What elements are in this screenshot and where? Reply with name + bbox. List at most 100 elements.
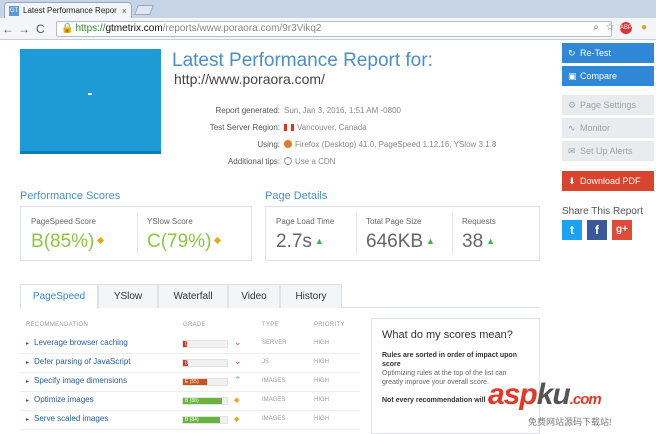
col-priority: PRIORITY	[314, 322, 345, 328]
meta-using: Using: Firefox (Desktop) 41.0, PageSpeed…	[160, 138, 520, 151]
meta-report-generated: Report generated: Sun, Jan 3, 2016, 1:51…	[160, 104, 520, 117]
alert-icon: ✉	[568, 146, 576, 156]
aspku-watermark-logo: aspku.com	[488, 378, 602, 411]
grade-fill: (8)	[183, 360, 192, 366]
recommendation-name[interactable]: Leverage browser caching	[26, 338, 128, 347]
download-pdf-button[interactable]: ⬇ Download PDF	[562, 171, 654, 191]
yslow-score: YSlow Score C(79%)	[137, 207, 253, 260]
explanation-title: What do my scores mean?	[382, 329, 513, 341]
grade-bar: (8)	[182, 359, 228, 367]
recommendation-type: SERVER	[262, 340, 287, 346]
page-details-title: Page Details	[265, 190, 328, 202]
arrow-up-icon: ▲	[486, 236, 496, 246]
recommendation-name[interactable]: Optimize images	[26, 395, 94, 404]
recommendation-name[interactable]: Defer parsing of JavaScript	[26, 357, 131, 366]
diamond-icon	[214, 236, 222, 245]
url-scheme: https://	[75, 23, 106, 34]
facebook-icon[interactable]: f	[587, 220, 607, 240]
chevron-down-icon: ⌄	[234, 356, 242, 366]
reload-icon[interactable]: C	[36, 21, 45, 37]
diamond-icon: ◆	[234, 397, 240, 404]
bookmark-star-icon[interactable]: ☆	[604, 22, 616, 34]
url-host: gtmetrix.com	[105, 23, 163, 34]
arrow-up-icon: ▲	[426, 236, 435, 246]
chevron-up-icon: ⌃	[234, 375, 242, 385]
grade-bar: E (55)	[182, 378, 228, 386]
set-up-alerts-button[interactable]: ✉ Set Up Alerts	[562, 141, 654, 161]
tab-pagespeed[interactable]: PageSpeed	[20, 284, 98, 309]
back-arrow-icon[interactable]: ←	[2, 21, 14, 37]
recommendation-priority: HIGH	[314, 378, 329, 384]
new-tab-button[interactable]	[134, 5, 154, 15]
table-row[interactable]: Specify image dimensions E (55) ⌃ IMAGES HIG…	[20, 373, 360, 392]
grade-bar: (2)	[182, 340, 228, 348]
twitter-icon[interactable]: t	[562, 220, 582, 240]
pagespeed-score: PageSpeed Score B(85%)	[21, 207, 137, 260]
google-plus-icon[interactable]: g+	[612, 220, 632, 240]
recommendation-type: IMAGES	[262, 416, 286, 422]
meta-server-region: Test Server Region: Vancouver, Canada	[160, 121, 520, 134]
extension-icon[interactable]: ●	[638, 22, 650, 34]
recommendation-type: IMAGES	[262, 397, 286, 403]
zoom-search-icon[interactable]: ⌕	[590, 22, 602, 34]
meta-label: Report generated:	[215, 106, 281, 115]
report-title: Latest Performance Report for:	[172, 50, 433, 71]
watermark-subtitle: 免费网站源码下载站!	[528, 417, 612, 427]
tab-yslow[interactable]: YSlow	[98, 284, 158, 308]
tab-history[interactable]: History	[280, 284, 342, 308]
report-url[interactable]: http://www.poraora.com/	[174, 71, 325, 87]
refresh-icon: ↻	[568, 48, 576, 58]
arrow-up-icon: ▲	[314, 236, 324, 246]
compare-icon: ▣	[568, 71, 577, 81]
monitor-icon: ∿	[568, 123, 576, 133]
tab-waterfall[interactable]: Waterfall	[158, 284, 228, 308]
page-load-time: Page Load Time 2.7s ▲	[276, 217, 335, 252]
diamond-icon: ◆	[234, 416, 240, 423]
retest-button[interactable]: ↻ Re-Test	[562, 43, 654, 63]
lock-icon: 🔒	[61, 23, 74, 34]
performance-scores-title: Performance Scores	[20, 190, 121, 202]
gear-icon: ⚙	[568, 100, 577, 110]
firefox-icon	[284, 140, 292, 148]
browser-tab-bar: GT Latest Performance Repor ×	[0, 0, 656, 18]
analysis-tabs: PageSpeed YSlow Waterfall Video History	[20, 284, 540, 309]
recommendation-type: JS	[262, 359, 270, 365]
meta-value[interactable]: Use a CDN	[295, 157, 335, 166]
site-screenshot-thumbnail	[20, 49, 161, 154]
table-row[interactable]: Defer parsing of JavaScript (8) ⌄ JS HIGH	[20, 354, 360, 373]
col-type: TYPE	[262, 322, 279, 328]
close-tab-icon[interactable]: ×	[122, 6, 127, 16]
meta-additional-tips: Additional tips: Use a CDN	[160, 155, 520, 168]
chevron-down-icon: ⌄	[234, 337, 242, 347]
grade-fill: B (84)	[183, 417, 220, 423]
table-row[interactable]: Serve scaled images B (84) ◆ IMAGES HIGH	[20, 411, 360, 430]
performance-scores-panel: PageSpeed Score B(85%) YSlow Score C(79%…	[20, 206, 252, 261]
col-recommendation: RECOMMENDATION	[26, 322, 89, 328]
meta-label: Additional tips:	[227, 157, 280, 166]
cdn-icon	[284, 157, 292, 165]
recommendation-name[interactable]: Specify image dimensions	[26, 376, 127, 385]
table-row[interactable]: Leverage browser caching (2) ⌄ SERVER HIGH	[20, 335, 360, 354]
page-settings-button[interactable]: ⚙ Page Settings	[562, 95, 654, 115]
col-grade: GRADE	[183, 322, 206, 328]
recommendation-name[interactable]: Serve scaled images	[26, 414, 108, 423]
diamond-icon	[97, 236, 105, 245]
grade-bar: B (84)	[182, 416, 228, 424]
tab-video[interactable]: Video	[228, 284, 280, 308]
recommendation-priority: HIGH	[314, 340, 329, 346]
meta-label: Using:	[257, 140, 280, 149]
meta-value: Firefox (Desktop) 41.0, PageSpeed 1.12.1…	[295, 140, 497, 149]
browser-tab[interactable]: GT Latest Performance Repor ×	[4, 2, 132, 18]
forward-arrow-icon[interactable]: →	[18, 21, 30, 37]
address-bar: ← → C 🔒 https://gtmetrix.com/reports/www.…	[0, 18, 656, 40]
monitor-button[interactable]: ∿ Monitor	[562, 118, 654, 138]
adblock-icon[interactable]: ABP	[620, 22, 632, 34]
url-field[interactable]: 🔒 https://gtmetrix.com/reports/www.poraor…	[56, 21, 612, 37]
total-page-size: Total Page Size 646KB ▲	[366, 217, 435, 252]
requests: Requests 38 ▲	[462, 217, 496, 252]
compare-button[interactable]: ▣ Compare	[562, 66, 654, 86]
scores-explanation-box: What do my scores mean? Rules are sorted…	[371, 318, 540, 434]
url-path: /reports/www.poraora.com/9r3Vikq2	[162, 23, 322, 34]
grade-fill: (2)	[183, 341, 192, 347]
table-row[interactable]: Optimize images B (88) ◆ IMAGES HIGH	[20, 392, 360, 411]
